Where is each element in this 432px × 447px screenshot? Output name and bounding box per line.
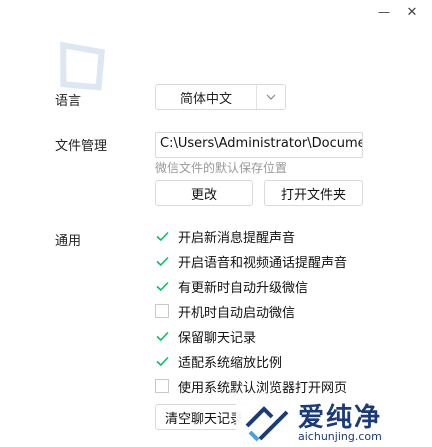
file-path-hint: 微信文件的默认保存位置 bbox=[155, 161, 288, 175]
minimize-icon: — bbox=[378, 5, 390, 19]
general-option-label: 适配系统缩放比例 bbox=[178, 355, 283, 371]
change-path-button[interactable]: 更改 bbox=[155, 180, 253, 206]
chevron-down-icon[interactable] bbox=[256, 85, 285, 109]
general-option-label: 开机时自动启动微信 bbox=[178, 305, 296, 321]
general-label: 通用 bbox=[55, 234, 82, 249]
general-option-label: 开启语音和视频通话提醒声音 bbox=[178, 255, 348, 271]
general-option-row[interactable]: 开启语音和视频通话提醒声音 bbox=[155, 251, 347, 271]
site-watermark: 爱纯净 aichunjing.com bbox=[236, 401, 432, 447]
general-option-label: 开启新消息提醒声音 bbox=[178, 230, 296, 246]
general-option-label: 使用系统默认浏览器打开网页 bbox=[178, 380, 348, 396]
checkbox-unchecked-icon[interactable] bbox=[155, 304, 169, 318]
watermark-logo-icon bbox=[245, 406, 289, 442]
general-option-label: 有更新时自动升级微信 bbox=[178, 280, 309, 296]
general-option-label: 保留聊天记录 bbox=[178, 330, 257, 346]
file-path-field[interactable]: C:\Users\Administrator\Documents\WeChat … bbox=[155, 132, 363, 158]
close-button[interactable]: ✕ bbox=[392, 0, 432, 24]
checkbox-checked-icon[interactable] bbox=[155, 354, 169, 368]
general-option-row[interactable]: 有更新时自动升级微信 bbox=[155, 276, 308, 296]
background-watermark bbox=[30, 15, 134, 121]
watermark-title: 爱纯净 bbox=[298, 403, 383, 433]
close-icon: ✕ bbox=[406, 4, 418, 20]
general-option-row[interactable]: 使用系统默认浏览器打开网页 bbox=[155, 376, 347, 396]
language-select-value: 简体中文 bbox=[179, 91, 232, 107]
file-management-label: 文件管理 bbox=[55, 139, 108, 154]
general-option-row[interactable]: 保留聊天记录 bbox=[155, 326, 256, 346]
checkbox-checked-icon[interactable] bbox=[155, 229, 169, 243]
checkbox-checked-icon[interactable] bbox=[155, 329, 169, 343]
language-label: 语言 bbox=[55, 94, 82, 109]
general-option-row[interactable]: 适配系统缩放比例 bbox=[155, 351, 282, 371]
checkbox-unchecked-icon[interactable] bbox=[155, 379, 169, 393]
checkbox-checked-icon[interactable] bbox=[155, 279, 169, 293]
watermark-url: aichunjing.com bbox=[298, 430, 382, 443]
open-folder-button[interactable]: 打开文件夹 bbox=[264, 180, 363, 206]
general-option-row[interactable]: 开启新消息提醒声音 bbox=[155, 226, 295, 246]
checkbox-checked-icon[interactable] bbox=[155, 254, 169, 268]
general-option-row[interactable]: 开机时自动启动微信 bbox=[155, 301, 295, 321]
language-select[interactable]: 简体中文 bbox=[155, 84, 286, 110]
